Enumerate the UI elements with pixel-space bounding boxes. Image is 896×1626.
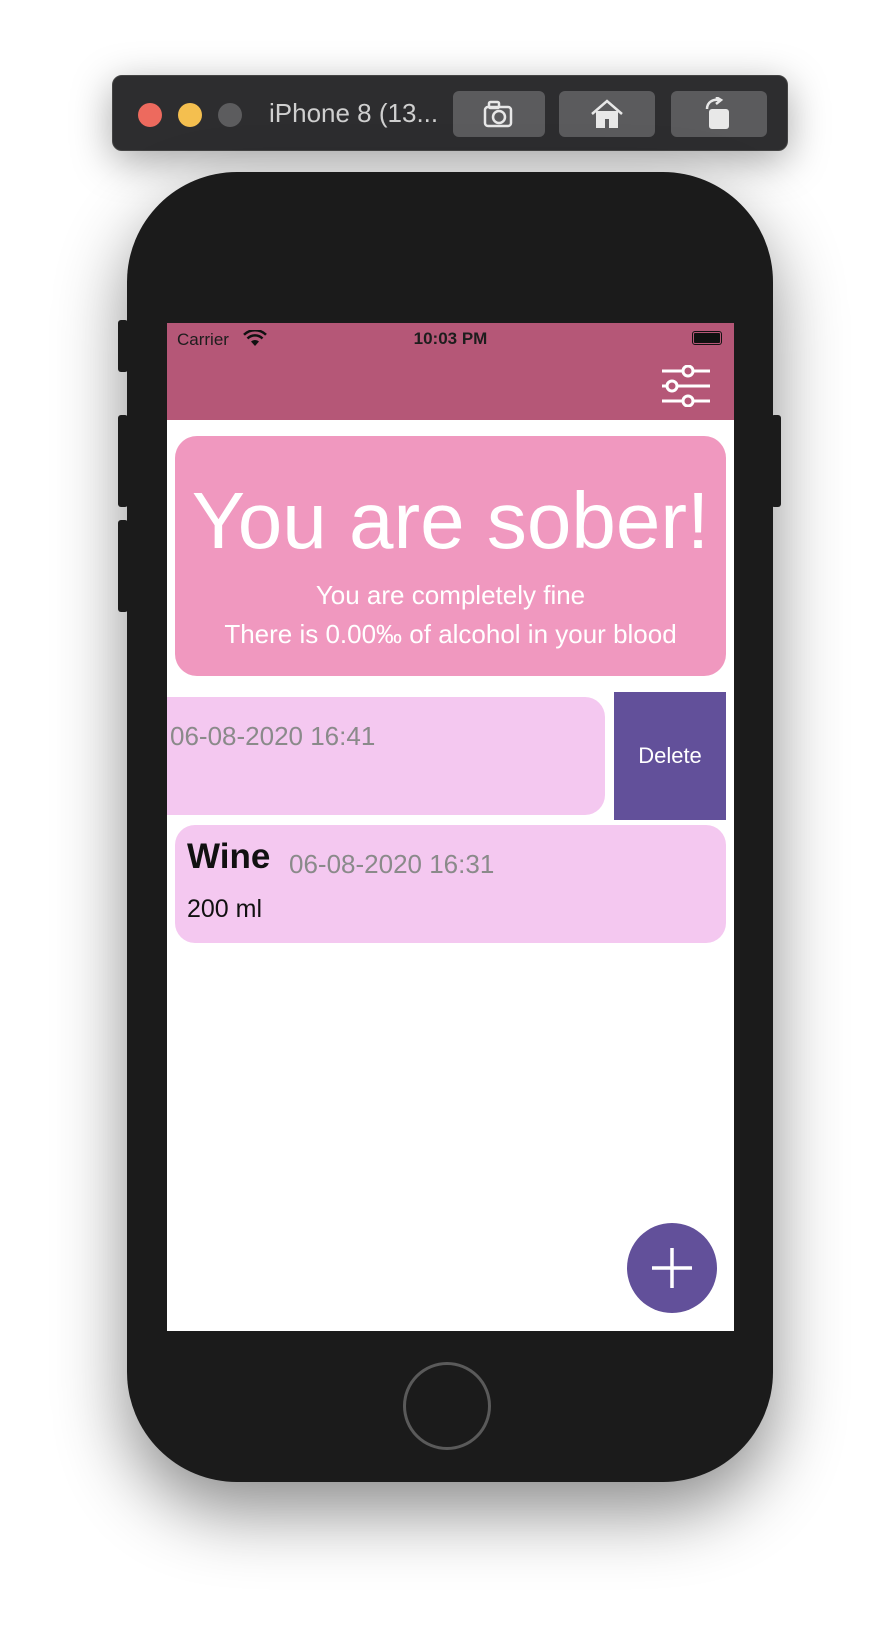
entry-datetime: 06-08-2020 16:31 — [289, 849, 495, 879]
drink-entry-swiped[interactable]: 06-08-2020 16:41 — [167, 697, 605, 815]
entry-amount: 200 ml — [187, 895, 263, 923]
app-screen: Carrier 10:03 PM You are sober! You are … — [167, 323, 734, 1331]
home-icon — [591, 99, 623, 128]
blood-alcohol-text: There is 0.00‰ of alcohol in your blood — [224, 619, 677, 649]
mute-switch — [118, 320, 128, 372]
drink-entry[interactable]: Wine 06-08-2020 16:31 200 ml — [175, 825, 726, 943]
home-shortcut-button[interactable] — [559, 91, 655, 137]
rotate-icon — [705, 97, 729, 129]
power-button — [771, 415, 781, 507]
volume-down-button — [118, 520, 128, 612]
simulator-toolbar: iPhone 8 (13... — [112, 75, 788, 151]
add-drink-button[interactable] — [627, 1223, 717, 1313]
hardware-home-button[interactable] — [403, 1362, 491, 1450]
status-time: 10:03 PM — [413, 329, 488, 348]
rotate-button[interactable] — [671, 91, 767, 137]
sliders-icon[interactable] — [660, 365, 712, 407]
navigation-bar — [167, 353, 734, 420]
plus-icon — [652, 1248, 692, 1288]
simulator-title: iPhone 8 (13... — [269, 98, 439, 128]
entry-datetime: 06-08-2020 16:41 — [170, 721, 376, 751]
volume-up-button — [118, 415, 128, 507]
screenshot-button[interactable] — [453, 91, 545, 137]
sobriety-status-card: You are sober! You are completely fine T… — [175, 436, 726, 676]
battery-icon — [692, 331, 722, 345]
close-window-button[interactable] — [138, 103, 162, 127]
status-subtitle: You are completely fine — [315, 580, 586, 610]
entry-drink-name: Wine — [187, 837, 271, 876]
status-headline: You are sober! — [191, 476, 710, 565]
minimize-window-button[interactable] — [178, 103, 202, 127]
delete-button[interactable]: Delete — [614, 692, 726, 820]
status-bar: Carrier 10:03 PM — [167, 323, 734, 353]
camera-icon — [483, 100, 513, 128]
zoom-window-button[interactable] — [218, 103, 242, 127]
